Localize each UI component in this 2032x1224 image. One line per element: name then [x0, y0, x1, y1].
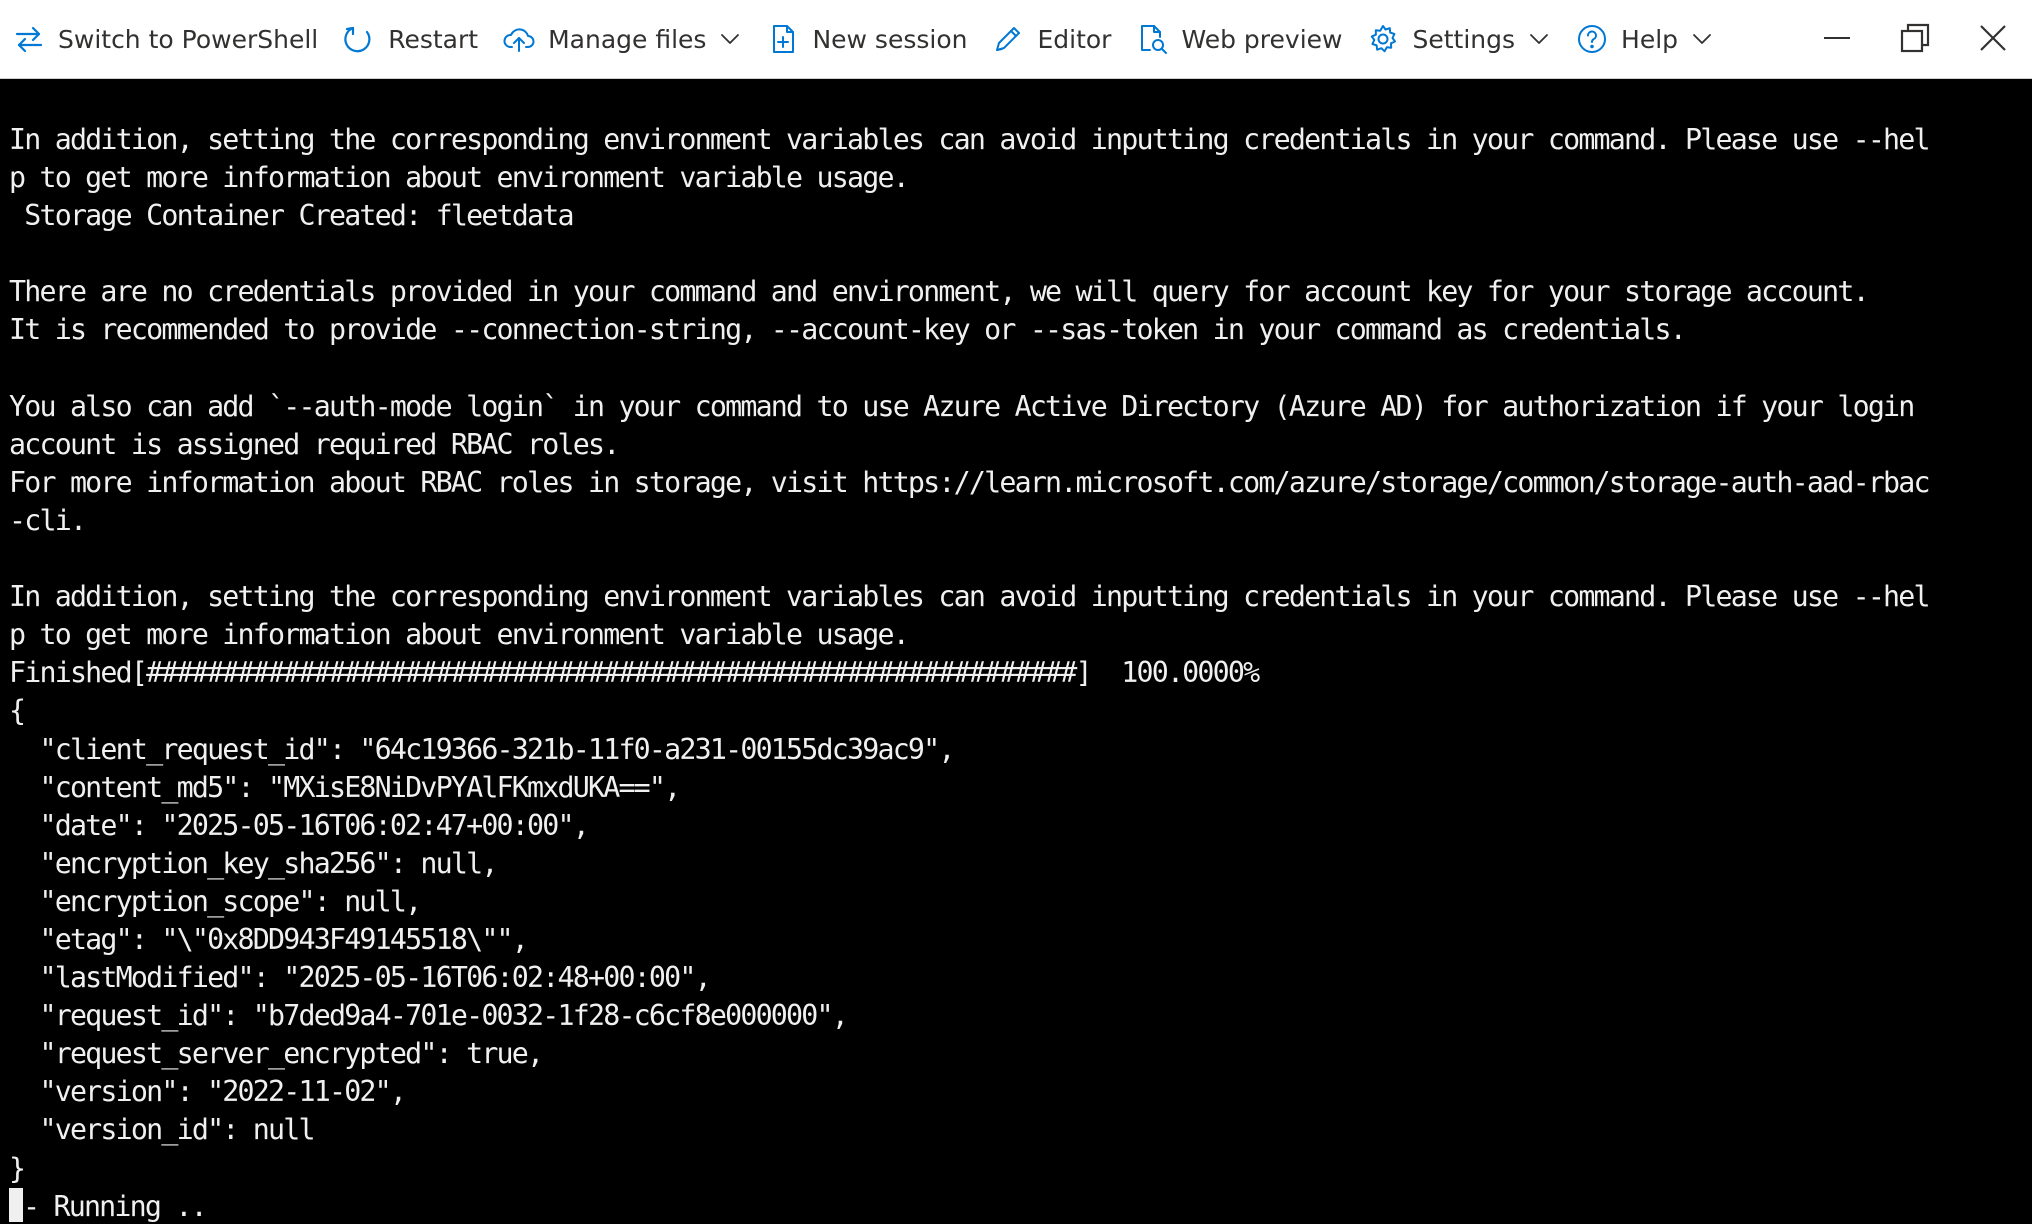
terminal-line: p to get more information about environm…	[9, 618, 910, 652]
json-line: "version": "2022-11-02",	[9, 1075, 406, 1109]
progress-line: Finished[###############################…	[9, 656, 1260, 690]
help-icon	[1575, 22, 1609, 56]
switch-to-powershell-label: Switch to PowerShell	[58, 24, 319, 54]
json-line: "lastModified": "2025-05-16T06:02:48+00:…	[9, 961, 711, 995]
cloud-shell-toolbar: Switch to PowerShell Restart Manage file…	[0, 0, 2032, 79]
chevron-down-icon	[1690, 27, 1714, 51]
terminal-line: There are no credentials provided in you…	[9, 275, 1870, 309]
switch-to-powershell-button[interactable]: Switch to PowerShell	[0, 0, 330, 79]
help-button[interactable]: Help	[1563, 0, 1726, 79]
cloud-upload-icon	[502, 22, 536, 56]
pencil-icon	[991, 22, 1025, 56]
restart-button[interactable]: Restart	[330, 0, 490, 79]
json-line: "request_server_encrypted": true,	[9, 1037, 544, 1071]
prompt-line[interactable]: - Running ..	[9, 1187, 2032, 1224]
manage-files-button[interactable]: Manage files	[490, 0, 754, 79]
window-controls	[1798, 0, 2032, 79]
terminal-line: In addition, setting the corresponding e…	[9, 580, 1931, 614]
json-line: "client_request_id": "64c19366-321b-11f0…	[9, 732, 955, 766]
json-line: "content_md5": "MXisE8NiDvPYAlFKmxdUKA==…	[9, 770, 681, 804]
json-line: {	[9, 694, 26, 728]
json-line: "date": "2025-05-16T06:02:47+00:00",	[9, 808, 589, 842]
terminal-line: In addition, setting the corresponding e…	[9, 123, 1931, 156]
settings-button[interactable]: Settings	[1354, 0, 1563, 79]
gear-icon	[1366, 22, 1400, 56]
chevron-down-icon	[718, 27, 742, 51]
web-preview-label: Web preview	[1181, 24, 1343, 54]
terminal-line: It is recommended to provide --connectio…	[9, 313, 1687, 347]
close-button[interactable]	[1954, 0, 2032, 79]
editor-label: Editor	[1037, 24, 1112, 54]
new-session-label: New session	[812, 24, 968, 54]
json-line: "encryption_scope": null,	[9, 884, 422, 918]
web-preview-icon	[1135, 22, 1169, 56]
terminal-line: You also can add `--auth-mode login` in …	[9, 389, 1915, 423]
restore-button[interactable]	[1876, 0, 1954, 79]
json-line: }	[9, 1151, 26, 1185]
terminal-line: account is assigned required RBAC roles.	[9, 427, 620, 461]
terminal-line: For more information about RBAC roles in…	[9, 465, 1931, 499]
terminal-line: Storage Container Created: fleetdata	[9, 199, 574, 233]
web-preview-button[interactable]: Web preview	[1123, 0, 1354, 79]
close-icon	[1976, 21, 2010, 59]
json-line: "encryption_key_sha256": null,	[9, 846, 498, 880]
editor-button[interactable]: Editor	[979, 0, 1123, 79]
restart-icon	[342, 22, 376, 56]
restart-label: Restart	[388, 24, 479, 54]
json-line: "request_id": "b7ded9a4-701e-0032-1f28-c…	[9, 999, 848, 1033]
running-status: - Running ..	[23, 1189, 208, 1223]
terminal-line: p to get more information about environm…	[9, 161, 910, 195]
terminal-line: -cli.	[9, 503, 87, 537]
terminal-output[interactable]: In addition, setting the corresponding e…	[0, 80, 2032, 1224]
help-label: Help	[1621, 24, 1679, 54]
settings-label: Settings	[1412, 24, 1516, 54]
json-line: "version_id": null	[9, 1113, 315, 1147]
new-session-icon	[766, 22, 800, 56]
minimize-icon	[1820, 21, 1854, 59]
minimize-button[interactable]	[1798, 0, 1876, 79]
terminal-cursor	[9, 1187, 23, 1222]
switch-arrows-icon	[12, 22, 46, 56]
chevron-down-icon	[1527, 27, 1551, 51]
restore-icon	[1898, 21, 1932, 59]
manage-files-label: Manage files	[548, 24, 707, 54]
json-line: "etag": "\"0x8DD943F49145518\"",	[9, 922, 528, 956]
new-session-button[interactable]: New session	[754, 0, 979, 79]
